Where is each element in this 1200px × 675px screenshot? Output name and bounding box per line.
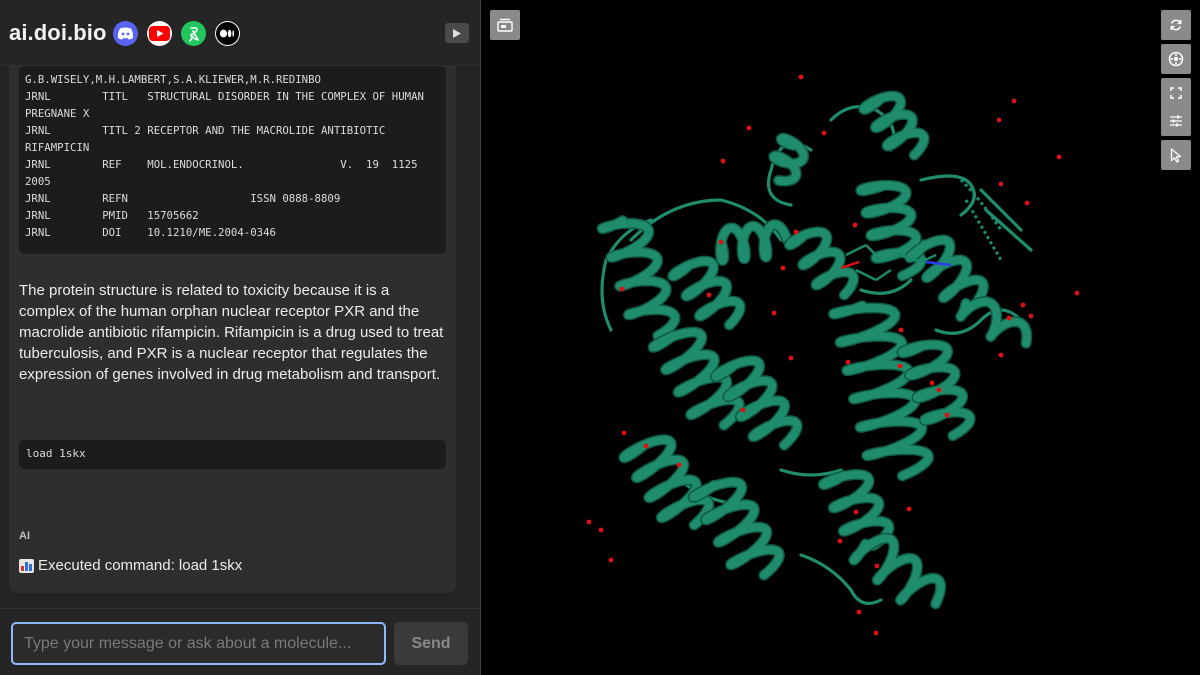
center-icon [1168, 51, 1184, 67]
helix-ribbon [849, 534, 945, 608]
water-molecule [1024, 200, 1030, 206]
medium-icon[interactable] [215, 21, 240, 46]
brand-title[interactable]: ai.doi.bio [9, 20, 107, 46]
spin-button[interactable] [1161, 10, 1191, 40]
pdb-line: 2005 [25, 175, 51, 188]
water-molecule [793, 229, 799, 235]
water-molecule [998, 181, 1004, 187]
ligand-bond [845, 243, 867, 257]
water-molecule [856, 609, 862, 615]
water-molecule [1011, 98, 1017, 104]
water-molecule [874, 563, 880, 569]
water-molecule [740, 407, 746, 413]
toggle-panel-icon [497, 18, 513, 32]
water-molecule [837, 538, 843, 544]
message-text: The protein structure is related to toxi… [19, 282, 444, 383]
water-molecule [1028, 313, 1034, 319]
pdb-line: JRNL PMID 15705662 [25, 209, 199, 222]
fullscreen-icon [1170, 87, 1182, 99]
send-button[interactable]: Send [394, 622, 468, 665]
water-molecule [586, 519, 592, 525]
water-molecule [906, 506, 912, 512]
water-molecule [598, 527, 604, 533]
coil-loop [919, 174, 976, 217]
pdb-line: PREGNANE X [25, 107, 90, 120]
helix-ribbon [769, 134, 808, 186]
toggle-controls-button[interactable] [490, 10, 520, 40]
water-molecule [608, 557, 614, 563]
water-molecule [852, 222, 858, 228]
helix-ribbon [598, 216, 679, 340]
water-molecule [1006, 315, 1012, 321]
bar-chart-emoji-icon [19, 558, 34, 573]
water-molecule [746, 125, 752, 131]
water-molecule [897, 363, 903, 369]
pdb-line: JRNL TITL 2 RECEPTOR AND THE MACROLIDE A… [25, 124, 386, 137]
ai-message: AI Executed command: load 1skx [9, 516, 456, 593]
water-molecule [643, 443, 649, 449]
water-molecule [1074, 290, 1080, 296]
ai-label: AI [19, 530, 30, 542]
helix-ribbon [956, 297, 1031, 348]
molecule-viewer[interactable] [480, 0, 1200, 675]
settings-button[interactable] [1161, 106, 1191, 136]
water-molecule [936, 387, 942, 393]
spin-icon [1170, 19, 1182, 31]
helix-ribbon [829, 301, 933, 480]
assistant-message: G.B.WISELY,M.H.LAMBERT,S.A.KLIEWER,M.R.R… [9, 66, 456, 571]
water-molecule [929, 380, 935, 386]
pdb-line: JRNL REFN ISSN 0888-8809 [25, 192, 341, 205]
chat-history[interactable]: G.B.WISELY,M.H.LAMBERT,S.A.KLIEWER,M.R.R… [0, 66, 480, 608]
coil-loop [799, 553, 883, 605]
pdb-header-code-block: G.B.WISELY,M.H.LAMBERT,S.A.KLIEWER,M.R.R… [19, 66, 446, 254]
water-molecule [780, 265, 786, 271]
settings-sliders-icon [1170, 115, 1182, 127]
pdb-line: JRNL DOI 10.1210/ME.2004-0346 [25, 226, 276, 239]
water-molecule [898, 327, 904, 333]
water-molecule [1056, 154, 1062, 160]
water-molecule [1020, 302, 1026, 308]
ai-message-text: Executed command: load 1skx [38, 557, 243, 574]
helix-ribbon [905, 235, 988, 309]
water-molecule [788, 355, 794, 361]
header: ai.doi.bio [0, 0, 480, 66]
message-input[interactable] [11, 622, 386, 665]
water-molecule [944, 412, 950, 418]
water-molecule [821, 130, 827, 136]
fullscreen-button[interactable] [1161, 78, 1191, 108]
center-button[interactable] [1161, 44, 1191, 74]
command-code-block: load 1skx [19, 440, 446, 469]
pdb-line: JRNL TITL STRUCTURAL DISORDER IN THE COM… [25, 90, 424, 103]
chat-panel: ai.doi.bio G.B.WISELY,M.H.LAMBERT,S.A.KL… [0, 0, 480, 675]
pdb-line: G.B.WISELY,M.H.LAMBERT,S.A.KLIEWER,M.R.R… [25, 73, 321, 86]
water-molecule [706, 292, 712, 298]
water-molecule [621, 430, 627, 436]
youtube-icon[interactable] [147, 21, 172, 46]
select-cursor-icon [1170, 147, 1181, 163]
water-molecule [798, 74, 804, 80]
discord-icon[interactable] [113, 21, 138, 46]
select-mode-button[interactable] [1161, 140, 1191, 170]
water-molecule [996, 117, 1002, 123]
water-molecule [619, 286, 625, 292]
ligand-bond [875, 268, 892, 282]
ai-message-text-row: Executed command: load 1skx [19, 557, 242, 574]
pdb-line: JRNL REF MOL.ENDOCRINOL. V. 19 1125 [25, 158, 418, 171]
water-molecule [853, 509, 859, 515]
composer: Send [0, 608, 480, 675]
coil-loop [859, 278, 913, 295]
water-molecule [718, 239, 724, 245]
biorxiv-icon[interactable] [181, 21, 206, 46]
coil-loop [979, 188, 1033, 252]
pdb-line: RIFAMPICIN [25, 141, 90, 154]
protein-structure-render[interactable] [481, 0, 1200, 675]
water-molecule [873, 630, 879, 636]
toggle-panel-button[interactable] [445, 23, 469, 43]
water-molecule [998, 352, 1004, 358]
water-molecule [771, 310, 777, 316]
water-molecule [720, 158, 726, 164]
water-molecule [845, 359, 851, 365]
water-molecule [676, 462, 682, 468]
play-icon [453, 28, 461, 38]
